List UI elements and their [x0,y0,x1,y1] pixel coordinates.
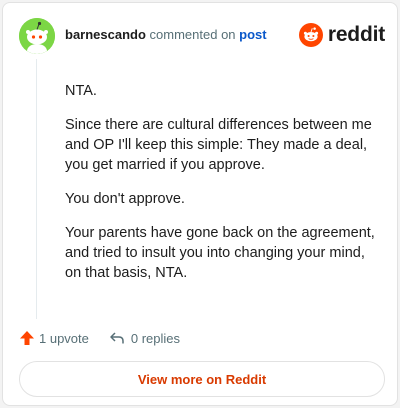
reddit-logo-icon [298,23,323,47]
comment-header: barnescando commented on post reddit [19,18,385,54]
upvote-button[interactable]: 1 upvote [19,330,89,346]
username-link[interactable]: barnescando [65,27,146,42]
action-text: commented on [149,27,236,42]
comment-body: NTA. Since there are cultural difference… [65,81,381,297]
thread-line [36,59,37,319]
comment-actions: 1 upvote 0 replies [19,327,180,349]
replies-button[interactable]: 0 replies [109,330,180,346]
post-link[interactable]: post [239,27,266,42]
snoo-avatar-icon [19,18,55,54]
reddit-logo-text: reddit [327,23,385,46]
comment-paragraph: You don't approve. [65,191,185,207]
upvote-count: 1 upvote [39,330,89,346]
comment-paragraph: Since there are cultural differences bet… [65,117,372,173]
upvote-arrow-icon [20,331,34,345]
reddit-logo[interactable]: reddit [298,21,385,49]
replies-count: 0 replies [130,330,181,346]
comment-meta: barnescando commented on post [65,27,267,42]
reply-arrow-icon [110,332,124,344]
comment-paragraph: NTA. [65,83,97,99]
view-more-button[interactable]: View more on Reddit [19,361,385,397]
comment-embed-card: barnescando commented on post reddit NTA… [2,2,398,406]
comment-paragraph: Your parents have gone back on the agree… [65,225,375,281]
user-avatar[interactable] [19,18,55,54]
